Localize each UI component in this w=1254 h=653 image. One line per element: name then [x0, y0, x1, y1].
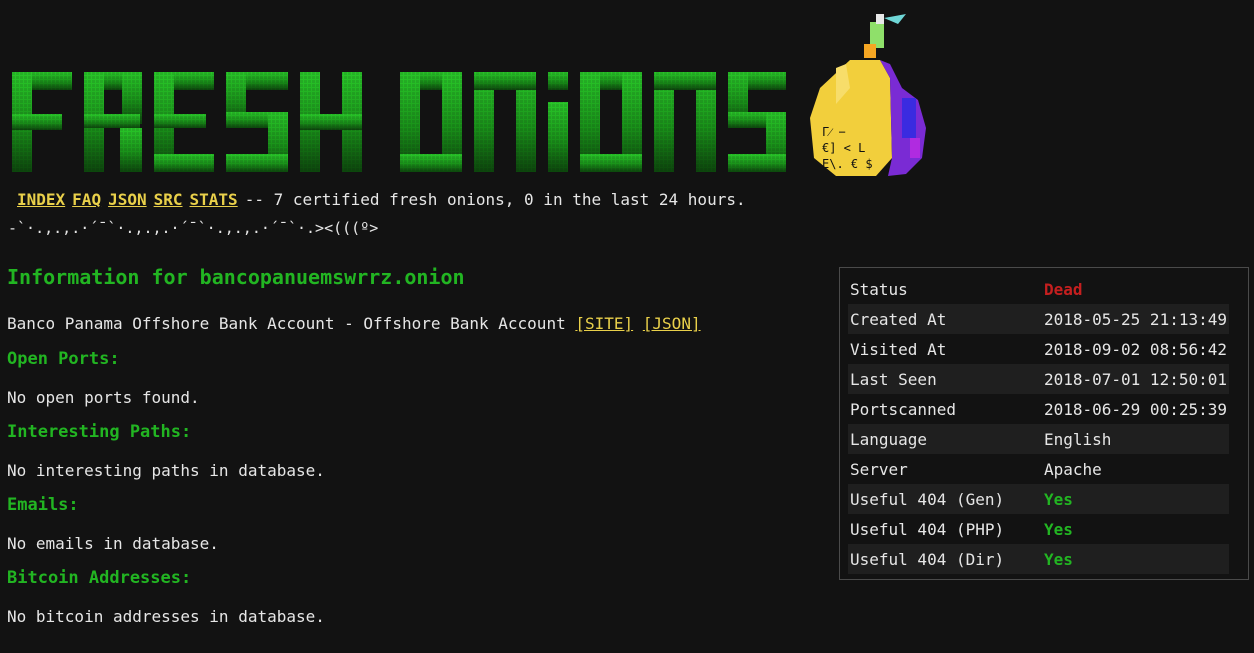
nav-faq-link[interactable]: FAQ: [72, 190, 101, 209]
table-row: Visited At 2018-09-02 08:56:42: [848, 334, 1229, 364]
bitcoin-addresses-text: No bitcoin addresses in database.: [7, 607, 325, 626]
useful-404-dir-label: Useful 404 (Dir): [848, 544, 1042, 574]
ascii-fish-divider: -`·.,.,.·´¯`·.,.,.·´¯`·.,.,.·´¯`·.><(((º…: [8, 219, 379, 237]
server-value: Apache: [1043, 459, 1102, 479]
description-text: Banco Panama Offshore Bank Account - Off…: [7, 314, 566, 333]
page-title: Information for bancopanuemswrrz.onion: [7, 265, 465, 289]
last-seen-label: Last Seen: [848, 364, 1042, 394]
status-info-table: Status Dead Created At 2018-05-25 21:13:…: [848, 274, 1229, 574]
status-value: Dead: [1043, 279, 1083, 299]
table-row: Useful 404 (Dir) Yes: [848, 544, 1229, 574]
onion-logo-icon: Γ⁄ − €] < L E\. € $: [810, 14, 926, 176]
useful-404-php-label: Useful 404 (PHP): [850, 519, 1005, 539]
nav-json-link[interactable]: JSON: [108, 190, 147, 209]
table-row: Last Seen 2018-07-01 12:50:01: [848, 364, 1229, 394]
useful-404-gen-label: Useful 404 (Gen): [848, 484, 1042, 514]
server-label: Server: [850, 459, 908, 479]
nav-src-link[interactable]: SRC: [154, 190, 183, 209]
interesting-paths-heading: Interesting Paths:: [7, 422, 192, 442]
table-row: Status Dead: [848, 274, 1229, 304]
svg-text:€] < L: €] < L: [822, 141, 865, 155]
created-at-value: 2018-05-25 21:13:49: [1041, 304, 1229, 334]
table-row: Server Apache: [848, 454, 1229, 484]
interesting-paths-text: No interesting paths in database.: [7, 461, 325, 480]
status-label: Status: [850, 279, 908, 299]
open-ports-text: No open ports found.: [7, 388, 200, 407]
nav-index-link[interactable]: INDEX: [17, 190, 65, 209]
last-seen-value: 2018-07-01 12:50:01: [1041, 364, 1229, 394]
svg-text:Γ⁄ −: Γ⁄ −: [822, 125, 846, 139]
table-row: Portscanned 2018-06-29 00:25:39: [848, 394, 1229, 424]
useful-404-php-value: Yes: [1043, 519, 1073, 539]
language-value: English: [1041, 424, 1229, 454]
table-row: Useful 404 (Gen) Yes: [848, 484, 1229, 514]
portscanned-value: 2018-06-29 00:25:39: [1043, 399, 1227, 419]
visited-at-label: Visited At: [850, 339, 947, 359]
visited-at-value: 2018-09-02 08:56:42: [1043, 339, 1227, 359]
nav-summary: -- 7 certified fresh onions, 0 in the la…: [244, 190, 746, 209]
useful-404-gen-value: Yes: [1041, 484, 1229, 514]
top-nav: INDEX FAQ JSON SRC STATS -- 7 certified fresh…: [17, 190, 746, 209]
open-ports-heading: Open Ports:: [7, 349, 120, 369]
fresh-onions-banner-logo: [12, 72, 787, 176]
status-info-panel: Status Dead Created At 2018-05-25 21:13:…: [839, 267, 1249, 580]
table-row: Created At 2018-05-25 21:13:49: [848, 304, 1229, 334]
created-at-label: Created At: [848, 304, 1042, 334]
table-row: Language English: [848, 424, 1229, 454]
json-link[interactable]: [JSON]: [643, 314, 701, 333]
site-link[interactable]: [SITE]: [575, 314, 633, 333]
language-label: Language: [848, 424, 1042, 454]
onion-description: Banco Panama Offshore Bank Account - Off…: [7, 308, 827, 340]
svg-text:E\. € $: E\. € $: [822, 157, 873, 171]
table-row: Useful 404 (PHP) Yes: [848, 514, 1229, 544]
portscanned-label: Portscanned: [850, 399, 956, 419]
emails-heading: Emails:: [7, 495, 79, 515]
useful-404-dir-value: Yes: [1041, 544, 1229, 574]
emails-text: No emails in database.: [7, 534, 219, 553]
onion-details: Information for bancopanuemswrrz.onion B…: [7, 262, 827, 632]
bitcoin-addresses-heading: Bitcoin Addresses:: [7, 568, 192, 588]
nav-stats-link[interactable]: STATS: [190, 190, 238, 209]
